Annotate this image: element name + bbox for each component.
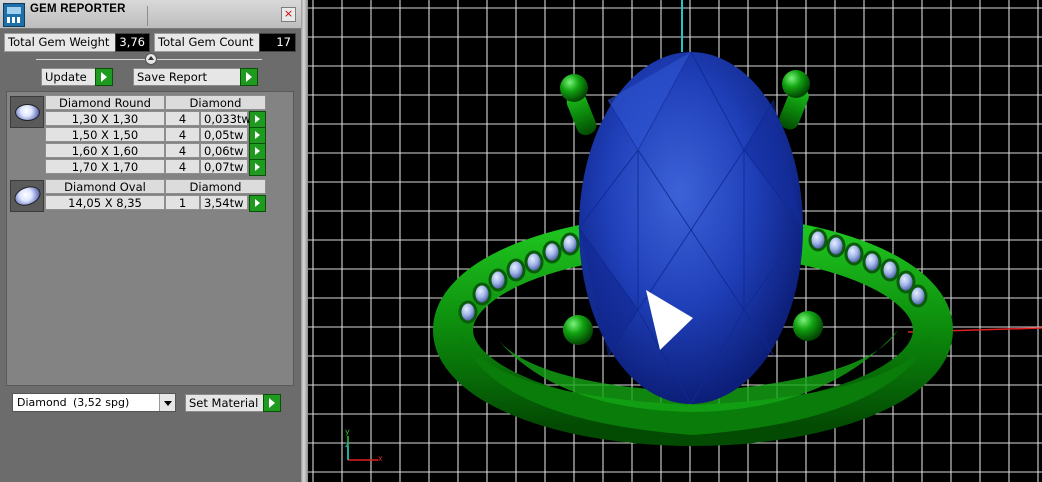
panel-splitter[interactable] [301, 0, 308, 482]
select-row-arrow-icon[interactable] [249, 127, 266, 144]
gem-size: 14,05 X 8,35 [45, 195, 165, 210]
gem-reporter-panel: GEM REPORTER × Total Gem Weight 3,76 Tot… [0, 0, 301, 482]
window-title: GEM REPORTER [30, 3, 126, 15]
axis-gizmo [347, 436, 378, 461]
chevron-down-icon[interactable] [159, 394, 175, 411]
gem-count: 4 [165, 111, 200, 126]
gem-size: 1,60 X 1,60 [45, 143, 165, 158]
gem-count: 4 [165, 143, 200, 158]
select-row-arrow-icon[interactable] [249, 143, 266, 160]
gem-weight: 0,06tw [200, 143, 248, 158]
app-icon [3, 3, 25, 27]
gem-count: 1 [165, 195, 200, 210]
gem-group-name: Diamond Oval [45, 179, 165, 194]
update-button[interactable]: Update [41, 68, 96, 86]
title-bar: GEM REPORTER × [0, 0, 301, 29]
select-row-arrow-icon[interactable] [249, 159, 266, 176]
gem-size: 1,70 X 1,70 [45, 159, 165, 174]
gem-weight: 0,07tw [200, 159, 248, 174]
title-separator [147, 6, 148, 26]
material-select-detail: (3,52 spg) [73, 396, 130, 409]
slider-handle[interactable] [145, 53, 157, 65]
x-axis-label: x [378, 454, 383, 463]
z-axis-label: z [345, 440, 350, 449]
save-report-button[interactable]: Save Report [133, 68, 242, 86]
gem-weight: 3,54tw [200, 195, 248, 210]
gem-weight: 0,05tw [200, 127, 248, 142]
gem-group-material: Diamond [165, 179, 266, 194]
gem-count: 4 [165, 127, 200, 142]
gem-size: 1,50 X 1,50 [45, 127, 165, 142]
total-gem-count-value: 17 [259, 33, 296, 52]
gem-count: 4 [165, 159, 200, 174]
round-gem-icon [10, 96, 44, 128]
center-gem [578, 50, 804, 406]
y-axis-label: y [345, 427, 350, 436]
set-material-arrow-icon[interactable] [263, 394, 281, 412]
gem-group-name: Diamond Round [45, 95, 165, 110]
total-gem-weight-label: Total Gem Weight [4, 33, 117, 52]
total-gem-count-label: Total Gem Count [154, 33, 260, 52]
select-row-arrow-icon[interactable] [249, 195, 266, 212]
set-material-button[interactable]: Set Material [185, 394, 264, 412]
material-select[interactable]: Diamond (3,52 spg) [12, 393, 176, 412]
select-row-arrow-icon[interactable] [249, 111, 266, 128]
save-report-arrow-icon[interactable] [240, 68, 258, 86]
3d-viewport[interactable]: x y z [308, 0, 1042, 482]
update-arrow-icon[interactable] [95, 68, 113, 86]
gem-size: 1,30 X 1,30 [45, 111, 165, 126]
close-icon[interactable]: × [281, 7, 296, 22]
material-select-value: Diamond [17, 396, 67, 409]
gem-group-material: Diamond [165, 95, 266, 110]
oval-gem-icon [10, 180, 44, 212]
total-gem-weight-value: 3,76 [115, 33, 150, 52]
viewport-canvas [308, 0, 1042, 482]
gem-weight: 0,033tw [200, 111, 251, 126]
